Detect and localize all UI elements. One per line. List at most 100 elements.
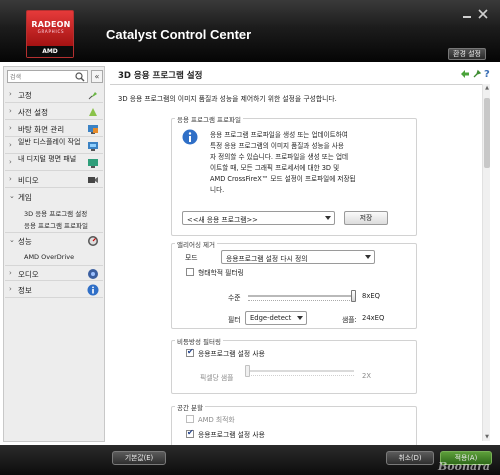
sidebar-item-presets[interactable]: › 사전 설정 — [5, 104, 103, 120]
sidebar-item-label: 내 디지털 평면 패널 — [18, 155, 77, 163]
scroll-up-icon[interactable]: ▲ — [483, 84, 491, 92]
checkmark-icon: ✔ — [187, 347, 194, 356]
main-scrollbar[interactable]: ▲ ▼ — [482, 84, 490, 441]
checkmark-icon: ✔ — [187, 428, 194, 437]
search-input[interactable] — [10, 72, 74, 82]
profile-select-value: <<새 응용 프로그램>> — [187, 216, 258, 224]
group-title: 앨리어싱 제거 — [175, 239, 217, 249]
arrow-left-icon[interactable] — [460, 69, 470, 79]
info-line: 이트할 때, 모든 그래픽 프로세서에 대한 3D 및 — [210, 164, 340, 172]
collapse-sidebar-button[interactable]: « — [91, 70, 103, 83]
chevron-down-icon: ⌄ — [9, 192, 15, 200]
af-use-app-checkbox[interactable]: ✔ — [186, 347, 194, 357]
pixel-samples-label: 픽셀당 샘플 — [200, 374, 234, 382]
sidebar-subitem-3d-app-settings[interactable]: 3D 응용 프로그램 설정 — [24, 208, 87, 218]
gauge-icon — [87, 235, 99, 247]
sidebar-item-information[interactable]: › 정보 — [5, 282, 103, 298]
group-title: 응용 프로그램 프로파일 — [175, 114, 243, 124]
sidebar-item-label: 성능 — [18, 237, 32, 246]
svg-text:?: ? — [484, 69, 490, 78]
info-icon — [182, 129, 198, 145]
watermark: Boonara — [437, 460, 490, 473]
chevron-right-icon: › — [9, 141, 12, 149]
search-icon[interactable] — [75, 72, 85, 82]
af-sample-slider-track[interactable] — [248, 370, 354, 372]
page-description: 3D 응용 프로그램의 이미지 품질과 성능을 제어하기 위한 설정을 구성합니… — [118, 95, 337, 103]
save-profile-button[interactable]: 저장 — [344, 211, 388, 225]
level-label: 수준 — [228, 294, 241, 302]
af-sample-slider-thumb[interactable] — [245, 365, 250, 377]
app-profile-group: 응용 프로그램 프로파일 응용 프로그램 프로파일을 생성 또는 업데이트하여 … — [171, 114, 417, 236]
chevron-down-icon: ⌄ — [9, 236, 15, 244]
sidebar-item-label: 고정 — [18, 91, 32, 100]
pin-icon — [87, 89, 99, 101]
monitor-icon — [87, 157, 99, 169]
sidebar-item-label: 게임 — [18, 193, 32, 202]
video-icon — [87, 174, 99, 186]
aa-filter-value: Edge-detect — [250, 314, 292, 322]
slider-ticks — [248, 375, 354, 378]
pin-icon[interactable] — [472, 69, 482, 79]
sidebar-item-common-display-tasks[interactable]: › 일반 디스플레이 작업 — [5, 138, 103, 154]
chevron-right-icon: › — [9, 269, 12, 277]
app-title: Catalyst Control Center — [106, 27, 252, 42]
aa-mode-select[interactable]: 응용프로그램 설정 다시 정의 — [221, 250, 375, 264]
scroll-thumb[interactable] — [484, 98, 490, 168]
group-title: 공간 분할 — [175, 402, 205, 412]
slider-ticks — [248, 300, 354, 303]
audio-icon — [87, 268, 99, 280]
amd-optimized-checkbox[interactable] — [186, 415, 194, 423]
filter-label: 필터 — [228, 316, 241, 324]
preferences-button[interactable]: 환경 설정 — [448, 48, 486, 60]
chevron-right-icon: › — [9, 158, 12, 166]
profile-select[interactable]: <<새 응용 프로그램>> — [182, 211, 335, 225]
info-line: 응용 프로그램 프로파일을 생성 또는 업데이트하여 — [210, 131, 348, 139]
chevron-down-icon — [325, 216, 331, 220]
app-header: RADEON GRAPHICS AMD Catalyst Control Cen… — [0, 0, 500, 62]
chevron-right-icon: › — [9, 175, 12, 183]
info-line: 특정 응용 프로그램의 이미지 품질과 성능을 사용 — [210, 142, 344, 150]
aa-filter-select[interactable]: Edge-detect — [245, 311, 307, 325]
chevron-down-icon — [365, 255, 371, 259]
aa-level-slider-thumb[interactable] — [351, 290, 356, 302]
preset-icon — [87, 106, 99, 118]
sidebar-item-gaming[interactable]: ⌄ 게임 — [5, 189, 103, 205]
sidebar-item-label: 오디오 — [18, 270, 39, 279]
cancel-button[interactable]: 취소(D) — [386, 451, 434, 465]
scroll-down-icon[interactable]: ▼ — [483, 433, 491, 441]
chevron-right-icon: › — [9, 107, 12, 115]
close-icon[interactable] — [476, 8, 490, 20]
sidebar-item-performance[interactable]: ⌄ 성능 — [5, 232, 103, 248]
help-icon[interactable]: ? — [483, 68, 493, 80]
info-line: AMD CrossFireX™ 모드 설정이 프로파일에 저장됩 — [210, 175, 356, 183]
samples-value: 24xEQ — [362, 314, 385, 322]
sidebar-item-digital-flat-panels[interactable]: › 내 디지털 평면 패널 — [5, 155, 103, 171]
title-divider — [110, 84, 482, 85]
chevron-right-icon: › — [9, 90, 12, 98]
sidebar-item-video[interactable]: › 비디오 — [5, 172, 103, 188]
sidebar-item-pinned[interactable]: › 고정 — [5, 87, 103, 103]
morphological-filter-label: 형태학적 필터링 — [198, 269, 244, 277]
main-panel: 3D 응용 프로그램 설정 ? 3D 응용 프로그램의 이미지 품질과 성능을 … — [110, 64, 493, 446]
aa-level-slider-track[interactable] — [248, 295, 354, 297]
minimize-icon[interactable] — [460, 8, 474, 20]
morphological-filter-checkbox[interactable] — [186, 268, 194, 276]
pixel-samples-value: 2X — [362, 372, 371, 380]
defaults-button[interactable]: 기본값(E) — [112, 451, 166, 465]
app-body: « › 고정 › 사전 설정 › 바탕 화면 관리 › 일반 디스플레이 작업 … — [0, 62, 500, 446]
radeon-logo: RADEON GRAPHICS AMD — [26, 10, 74, 58]
sidebar-subitem-app-profiles[interactable]: 응용 프로그램 프로파일 — [24, 220, 88, 230]
profile-info: 응용 프로그램 프로파일을 생성 또는 업데이트하여 특정 응용 프로그램의 이… — [182, 129, 408, 205]
sidebar-item-audio[interactable]: › 오디오 — [5, 265, 103, 281]
aa-mode-value: 응용프로그램 설정 다시 정의 — [226, 255, 308, 263]
tessellation-group: 공간 분할 AMD 최적화 ✔ 응용프로그램 설정 사용 — [171, 402, 417, 446]
sidebar-item-label: 일반 디스플레이 작업 — [18, 138, 81, 146]
logo-line2: GRAPHICS — [37, 29, 65, 34]
tess-use-app-checkbox[interactable]: ✔ — [186, 428, 194, 438]
sidebar-item-desktop-management[interactable]: › 바탕 화면 관리 — [5, 121, 103, 137]
sidebar-subitem-overdrive[interactable]: AMD OverDrive — [24, 253, 74, 261]
info-line: 자 정의할 수 있습니다. 프로파일을 생성 또는 업데 — [210, 153, 349, 161]
info-line: 니다. — [210, 186, 225, 194]
desktop-icon — [87, 123, 99, 135]
tess-use-app-label: 응용프로그램 설정 사용 — [198, 431, 265, 439]
